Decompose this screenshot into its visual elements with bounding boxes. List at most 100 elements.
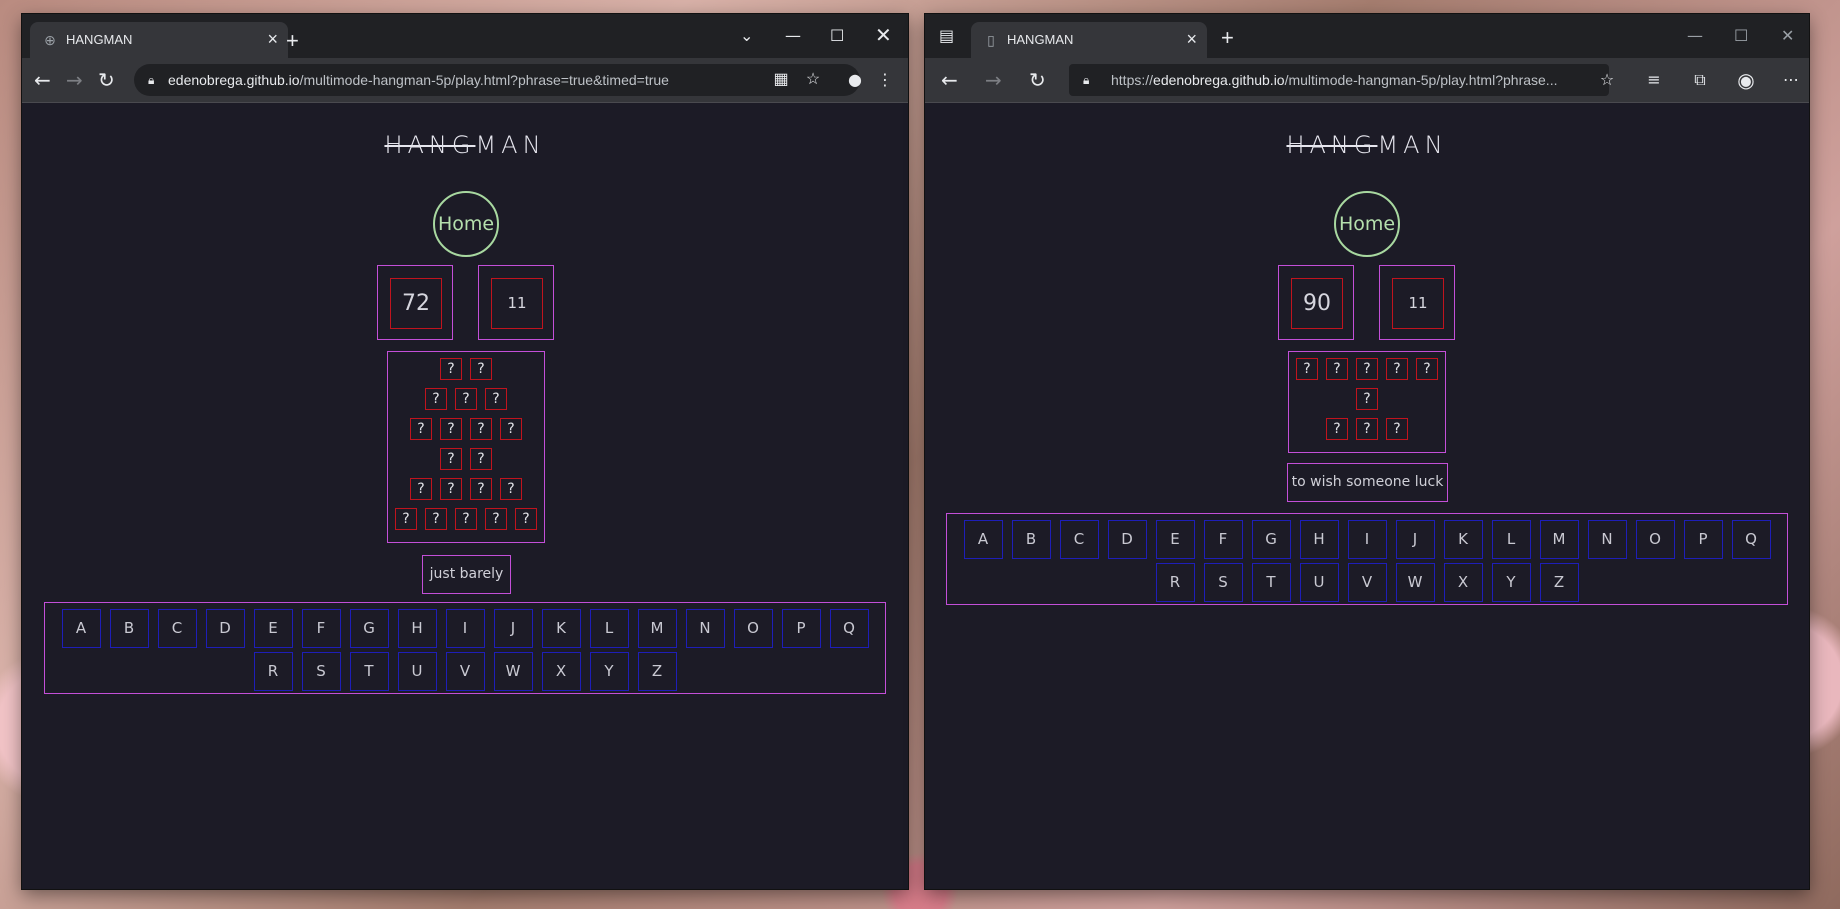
close-icon[interactable]: × xyxy=(1186,29,1197,50)
lock-icon: 🔒︎ xyxy=(1083,73,1090,87)
favorites-icon[interactable]: ≡ xyxy=(1643,70,1665,90)
letter-key-l[interactable]: L xyxy=(1491,520,1531,559)
letter-key-i[interactable]: I xyxy=(445,609,485,648)
letter-key-a[interactable]: A xyxy=(61,609,101,648)
letter-key-c[interactable]: C xyxy=(1059,520,1099,559)
keyboard-row: RSTUVWXYZ xyxy=(45,652,885,691)
letter-slot: ? xyxy=(440,478,462,500)
page-icon: ▯ xyxy=(987,32,995,48)
letter-key-n[interactable]: N xyxy=(685,609,725,648)
maximize-icon[interactable]: ☐ xyxy=(1734,26,1748,45)
letter-slot: ? xyxy=(410,418,432,440)
profile-icon[interactable]: ● xyxy=(844,70,866,90)
letter-key-x[interactable]: X xyxy=(541,652,581,691)
star-icon[interactable]: ☆ xyxy=(802,70,824,90)
letter-key-p[interactable]: P xyxy=(1683,520,1723,559)
letter-key-d[interactable]: D xyxy=(1107,520,1147,559)
letter-key-b[interactable]: B xyxy=(1011,520,1051,559)
letter-slot: ? xyxy=(1296,358,1318,380)
reload-icon[interactable]: ↻ xyxy=(98,66,115,94)
letter-key-u[interactable]: U xyxy=(1299,563,1339,602)
close-icon[interactable]: × xyxy=(267,29,278,50)
minimize-icon[interactable]: — xyxy=(1687,26,1703,45)
letter-key-c[interactable]: C xyxy=(157,609,197,648)
letter-key-k[interactable]: K xyxy=(541,609,581,648)
letter-key-p[interactable]: P xyxy=(781,609,821,648)
forward-icon[interactable]: → xyxy=(66,66,83,94)
plus-icon[interactable]: + xyxy=(286,28,299,54)
letter-key-b[interactable]: B xyxy=(109,609,149,648)
letter-key-w[interactable]: W xyxy=(493,652,533,691)
letter-key-r[interactable]: R xyxy=(1155,563,1195,602)
letter-key-q[interactable]: Q xyxy=(829,609,869,648)
letter-key-o[interactable]: O xyxy=(733,609,773,648)
letter-key-i[interactable]: I xyxy=(1347,520,1387,559)
menu-icon[interactable]: ⋮ xyxy=(874,70,896,90)
letter-key-y[interactable]: Y xyxy=(589,652,629,691)
letter-key-s[interactable]: S xyxy=(301,652,341,691)
letter-key-h[interactable]: H xyxy=(1299,520,1339,559)
letter-key-n[interactable]: N xyxy=(1587,520,1627,559)
letter-key-e[interactable]: E xyxy=(253,609,293,648)
letter-key-h[interactable]: H xyxy=(397,609,437,648)
letter-key-a[interactable]: A xyxy=(963,520,1003,559)
back-icon[interactable]: ← xyxy=(34,66,51,94)
letter-key-j[interactable]: J xyxy=(493,609,533,648)
browser-tab[interactable]: ⊕ HANGMAN × xyxy=(30,22,288,58)
letter-key-v[interactable]: V xyxy=(445,652,485,691)
letter-key-d[interactable]: D xyxy=(205,609,245,648)
minimize-icon[interactable]: — xyxy=(785,26,801,45)
letter-key-z[interactable]: Z xyxy=(637,652,677,691)
letter-key-v[interactable]: V xyxy=(1347,563,1387,602)
letter-key-m[interactable]: M xyxy=(1539,520,1579,559)
letter-key-g[interactable]: G xyxy=(349,609,389,648)
letter-key-g[interactable]: G xyxy=(1251,520,1291,559)
back-icon[interactable]: ← xyxy=(941,66,958,94)
maximize-icon[interactable]: ☐ xyxy=(830,26,844,45)
letter-key-s[interactable]: S xyxy=(1203,563,1243,602)
letter-key-f[interactable]: F xyxy=(301,609,341,648)
letter-key-m[interactable]: M xyxy=(637,609,677,648)
sidebar-icon[interactable]: ▤ xyxy=(939,26,954,45)
forward-icon[interactable]: → xyxy=(985,66,1002,94)
letter-key-w[interactable]: W xyxy=(1395,563,1435,602)
home-button[interactable]: Home xyxy=(433,191,499,257)
right-browser-window: ▤ ▯ HANGMAN × + — ☐ ✕ ← → ↻ 🔒︎ https://e… xyxy=(925,14,1809,889)
word-row: ???? xyxy=(388,478,544,500)
letter-slot: ? xyxy=(440,358,462,380)
letter-key-f[interactable]: F xyxy=(1203,520,1243,559)
letter-key-q[interactable]: Q xyxy=(1731,520,1771,559)
profile-icon[interactable]: ◉ xyxy=(1735,70,1757,90)
chevron-down-icon[interactable]: ⌄ xyxy=(740,26,753,45)
letter-key-j[interactable]: J xyxy=(1395,520,1435,559)
letter-key-k[interactable]: K xyxy=(1443,520,1483,559)
letter-slot: ? xyxy=(1356,418,1378,440)
letter-key-t[interactable]: T xyxy=(349,652,389,691)
address-bar[interactable]: 🔒︎ https://edenobrega.github.io/multimod… xyxy=(1069,64,1609,96)
letter-slot: ? xyxy=(485,508,507,530)
letter-key-z[interactable]: Z xyxy=(1539,563,1579,602)
keyboard-row: ABCDEFGHIJKLMNOPQ xyxy=(947,520,1787,559)
reload-icon[interactable]: ↻ xyxy=(1029,66,1046,94)
letter-key-x[interactable]: X xyxy=(1443,563,1483,602)
letter-slot: ? xyxy=(425,508,447,530)
letter-key-e[interactable]: E xyxy=(1155,520,1195,559)
letter-key-t[interactable]: T xyxy=(1251,563,1291,602)
menu-icon[interactable]: ⋯ xyxy=(1780,70,1802,90)
close-icon[interactable]: ✕ xyxy=(875,23,892,47)
timer-box: 90 xyxy=(1278,265,1354,340)
plus-icon[interactable]: + xyxy=(1221,25,1234,51)
letter-key-y[interactable]: Y xyxy=(1491,563,1531,602)
left-browser-window: ⊕ HANGMAN × + ⌄ — ☐ ✕ ← → ↻ 🔒︎ edenobreg… xyxy=(22,14,908,889)
qr-icon[interactable]: ▦ xyxy=(770,70,792,90)
browser-tab[interactable]: ▯ HANGMAN × xyxy=(971,22,1207,58)
letter-key-l[interactable]: L xyxy=(589,609,629,648)
star-icon[interactable]: ☆ xyxy=(1596,70,1618,90)
close-icon[interactable]: ✕ xyxy=(1781,26,1794,45)
letter-key-u[interactable]: U xyxy=(397,652,437,691)
letter-key-o[interactable]: O xyxy=(1635,520,1675,559)
home-button[interactable]: Home xyxy=(1334,191,1400,257)
letter-key-r[interactable]: R xyxy=(253,652,293,691)
address-bar[interactable]: 🔒︎ edenobrega.github.io/multimode-hangma… xyxy=(134,64,860,96)
collections-icon[interactable]: ⧉ xyxy=(1689,70,1711,90)
